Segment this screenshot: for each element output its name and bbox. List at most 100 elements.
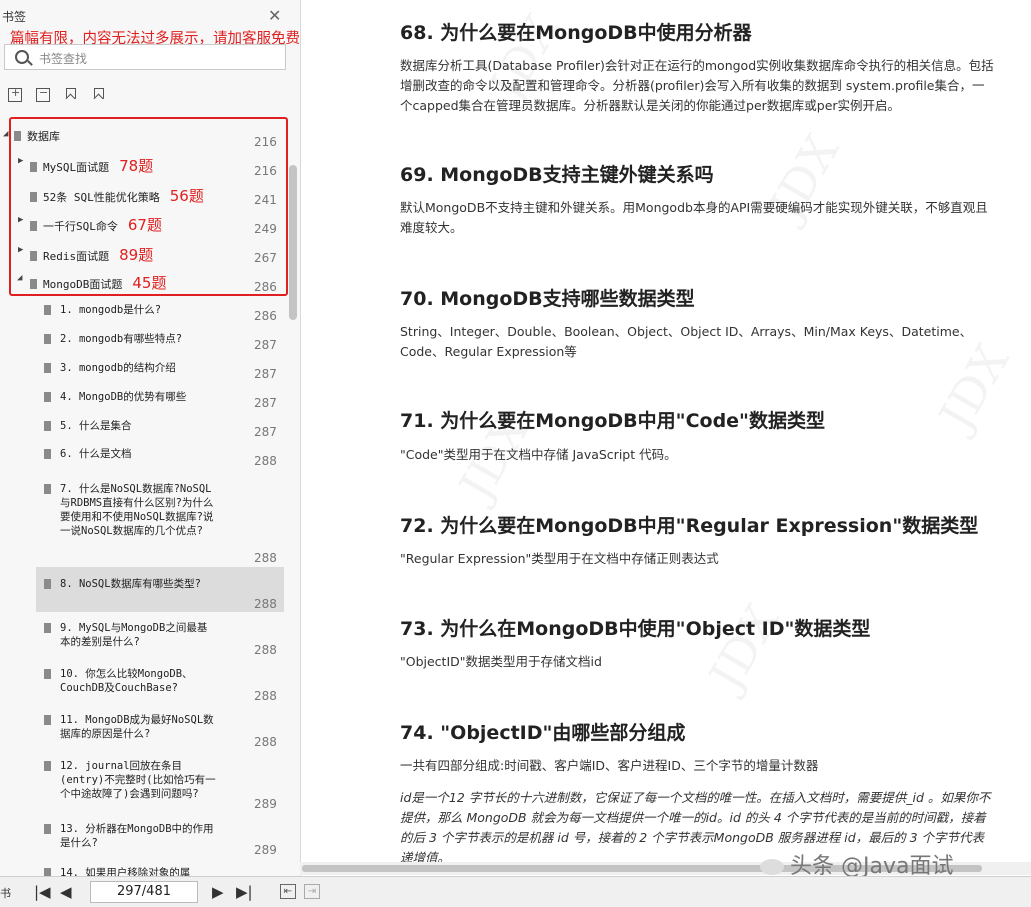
bookmark-item[interactable]: 5. 什么是集合 — [44, 419, 234, 433]
bookmark-item[interactable]: 3. mongodb的结构介绍 — [44, 361, 234, 375]
add-bookmark-icon[interactable] — [64, 88, 76, 100]
section-heading: 71. 为什么要在MongoDB中用"Code"数据类型 — [400, 410, 825, 432]
page-number: 216 — [254, 164, 277, 178]
bookmark-group-mongodb[interactable]: ◢ MongoDB面试题 45题 — [17, 272, 167, 293]
bookmark-tab[interactable]: 书 — [0, 885, 11, 901]
bookmark-icon — [30, 279, 37, 289]
bookmark-item[interactable]: 1. mongodb是什么? — [44, 303, 234, 317]
bookmark-label: Redis面试题 — [43, 250, 110, 263]
bookmark-icon — [14, 131, 21, 141]
bookmark-item[interactable]: 6. 什么是文档 — [44, 447, 234, 461]
bookmark-item[interactable]: 13. 分析器在MongoDB中的作用是什么? — [44, 822, 216, 850]
wechat-logo-icon — [760, 859, 784, 875]
bookmark-label: 12. journal回放在条目(entry)不完整时(比如恰巧有一个中途故障了… — [60, 760, 216, 800]
bookmark-icon[interactable] — [92, 88, 104, 100]
question-count: 67题 — [127, 216, 162, 234]
previous-view-icon[interactable]: ⇤ — [280, 884, 296, 899]
page-number: 216 — [254, 135, 277, 149]
last-page-icon[interactable]: ▶| — [236, 883, 253, 901]
bookmark-item[interactable]: 11. MongoDB成为最好NoSQL数据库的原因是什么? — [44, 713, 216, 741]
sidebar-title: 书签 — [2, 10, 27, 24]
page-number: 287 — [254, 338, 277, 352]
page-number: 286 — [254, 309, 277, 323]
search-icon — [15, 50, 29, 64]
bookmark-icon — [44, 484, 51, 494]
section-body: "Regular Expression"类型用于在文档中存储正则表达式 — [400, 551, 719, 566]
page-number: 288 — [254, 454, 277, 468]
section-heading: 73. 为什么在MongoDB中使用"Object ID"数据类型 — [400, 618, 871, 640]
expand-arrow-icon[interactable]: ▶ — [18, 156, 23, 166]
page-number: 288 — [254, 735, 277, 749]
bookmark-group-sql-commands[interactable]: ▶ 一千行SQL命令 67题 — [18, 214, 162, 235]
search-placeholder: 书签查找 — [39, 52, 88, 66]
bookmark-icon — [44, 715, 51, 725]
bookmark-icon — [44, 449, 51, 459]
page-number: 289 — [254, 797, 277, 811]
bookmark-item[interactable]: 14. 如果用户移除对象的属 — [44, 866, 216, 876]
first-page-icon[interactable]: |◀ — [34, 883, 51, 901]
page-number-input[interactable]: 297/481 — [90, 881, 198, 903]
bookmark-item[interactable]: 9. MySQL与MongoDB之间最基本的差别是什么? — [44, 621, 216, 649]
bookmark-icon — [44, 363, 51, 373]
bookmark-label: 52条 SQL性能优化策略 — [43, 191, 160, 204]
section-heading: 70. MongoDB支持哪些数据类型 — [400, 288, 695, 310]
bookmark-icon — [44, 392, 51, 402]
bookmark-item[interactable]: 7. 什么是NoSQL数据库?NoSQL与RDBMS直接有什么区别?为什么要使用… — [44, 482, 216, 538]
bookmark-label: 1. mongodb是什么? — [60, 304, 162, 316]
bookmark-group-sql-optimization[interactable]: 52条 SQL性能优化策略 56题 — [30, 185, 204, 206]
previous-page-icon[interactable]: ◀ — [60, 883, 72, 901]
bookmark-item-selected[interactable]: 8. NoSQL数据库有哪些类型? — [44, 577, 234, 591]
collapse-arrow-icon[interactable]: ◢ — [17, 273, 22, 283]
bookmark-label: MySQL面试题 — [43, 161, 110, 174]
bookmark-item[interactable]: 10. 你怎么比较MongoDB、CouchDB及CouchBase? — [44, 667, 216, 695]
bookmark-icon — [44, 761, 51, 771]
question-count: 78题 — [119, 157, 154, 175]
section-body: String、Integer、Double、Boolean、Object、Obj… — [400, 324, 973, 359]
question-count: 45题 — [132, 274, 167, 292]
next-view-icon[interactable]: ⇥ — [304, 884, 320, 899]
bookmark-label: 5. 什么是集合 — [60, 420, 132, 432]
bookmark-label: 2. mongodb有哪些特点? — [60, 333, 183, 345]
bookmark-item[interactable]: 12. journal回放在条目(entry)不完整时(比如恰巧有一个中途故障了… — [44, 759, 216, 801]
collapse-arrow-icon[interactable]: ◢ — [3, 129, 8, 139]
section-heading: 74. "ObjectID"由哪些部分组成 — [400, 722, 686, 744]
section-body: 默认MongoDB不支持主键和外键关系。用Mongodb本身的API需要硬编码才… — [400, 200, 988, 235]
page-number: 288 — [254, 643, 277, 657]
page-number: 288 — [254, 689, 277, 703]
bookmark-item[interactable]: 4. MongoDB的优势有哪些 — [44, 390, 234, 404]
expand-arrow-icon[interactable]: ▶ — [18, 245, 23, 255]
page-number: 288 — [254, 551, 277, 565]
bookmark-icon — [44, 623, 51, 633]
bookmark-label: 13. 分析器在MongoDB中的作用是什么? — [60, 823, 214, 849]
bookmark-label: 3. mongodb的结构介绍 — [60, 362, 176, 374]
next-page-icon[interactable]: ▶ — [212, 883, 224, 901]
bookmark-search-input[interactable]: 书签查找 — [4, 44, 286, 70]
section-body: 一共有四部分组成:时间戳、客户端ID、客户进程ID、三个字节的增量计数器 — [400, 758, 819, 773]
bookmark-label: 14. 如果用户移除对象的属 — [60, 867, 191, 876]
section-body: "ObjectID"数据类型用于存储文档id — [400, 654, 602, 669]
bookmark-group-redis[interactable]: ▶ Redis面试题 89题 — [18, 244, 153, 265]
bookmark-icon — [44, 669, 51, 679]
section-heading: 69. MongoDB支持主键外键关系吗 — [400, 164, 714, 186]
page-number: 289 — [254, 843, 277, 857]
bookmark-item[interactable]: 2. mongodb有哪些特点? — [44, 332, 234, 346]
page-number: 287 — [254, 367, 277, 381]
watermark: JDX — [698, 595, 790, 699]
expand-arrow-icon[interactable]: ▶ — [18, 215, 23, 225]
bookmark-icon — [44, 824, 51, 834]
section-heading: 68. 为什么要在MongoDB中使用分析器 — [400, 22, 752, 44]
bookmark-group-mysql[interactable]: ▶ MySQL面试题 78题 — [18, 155, 154, 176]
bookmark-icon — [30, 221, 37, 231]
collapse-all-icon[interactable] — [36, 86, 50, 102]
question-count: 56题 — [169, 187, 204, 205]
sidebar-scrollbar[interactable] — [289, 165, 297, 320]
bookmark-icon — [44, 579, 51, 589]
bookmark-sidebar: 书签 ✕ 篇幅有限，内容无法过多展示，请加客服免费领取 书签查找 ◢ 数据库 2… — [0, 0, 301, 876]
expand-all-icon[interactable] — [8, 86, 22, 102]
bookmark-group-database[interactable]: ◢ 数据库 — [3, 128, 60, 144]
section-body: "Code"类型用于在文档中存储 JavaScript 代码。 — [400, 447, 677, 462]
bookmark-label: 数据库 — [27, 130, 60, 143]
bookmark-label: 10. 你怎么比较MongoDB、CouchDB及CouchBase? — [60, 668, 193, 694]
close-icon[interactable]: ✕ — [268, 6, 281, 25]
bookmark-label: 7. 什么是NoSQL数据库?NoSQL与RDBMS直接有什么区别?为什么要使用… — [60, 483, 214, 537]
